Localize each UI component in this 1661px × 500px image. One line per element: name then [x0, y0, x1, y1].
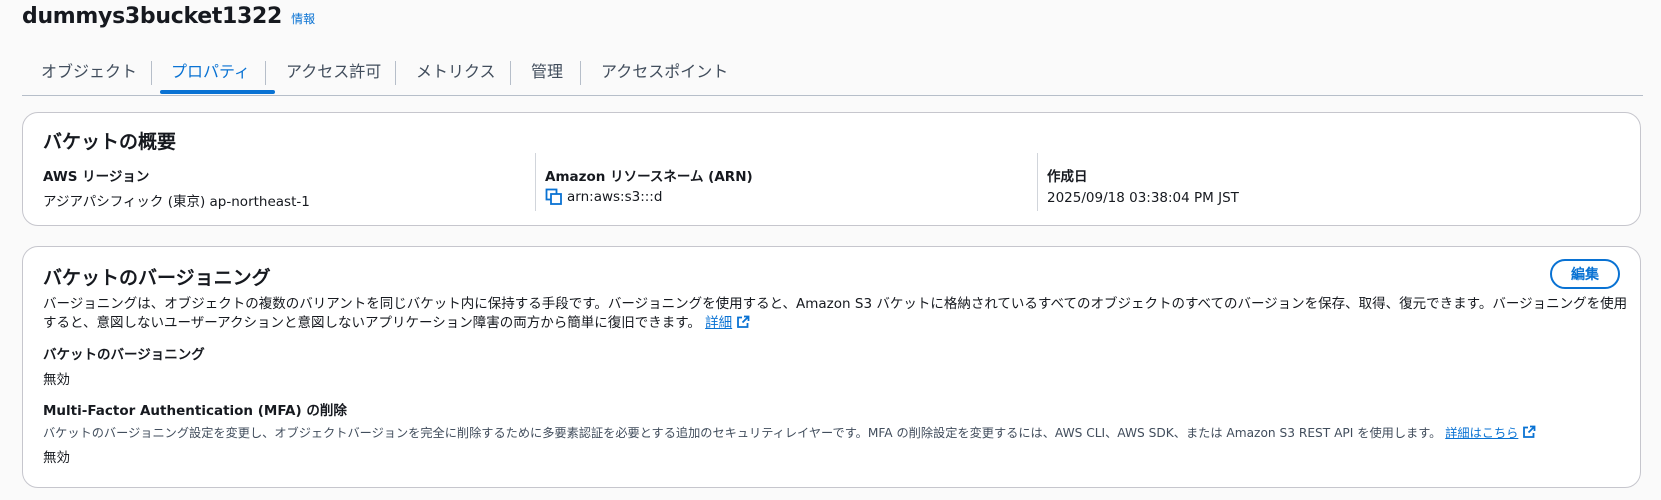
- tab-bar: オブジェクト プロパティ アクセス許可 メトリクス 管理 アクセスポイント: [22, 50, 1643, 96]
- versioning-description: バージョニングは、オブジェクトの複数のバリアントを同じバケット内に保持する手段で…: [43, 295, 1633, 333]
- tab-properties[interactable]: プロパティ: [171, 50, 250, 94]
- mfa-learn-more-link[interactable]: 詳細はこちら: [1445, 426, 1518, 440]
- tab-objects[interactable]: オブジェクト: [41, 50, 137, 94]
- overview-title: バケットの概要: [43, 131, 177, 153]
- info-link[interactable]: 情報: [291, 10, 315, 27]
- region-field: AWS リージョン アジアパシフィック (東京) ap-northeast-1: [43, 165, 310, 210]
- page-header: dummys3bucket1322 情報: [22, 4, 315, 29]
- versioning-status-field: バケットのバージョニング 無効: [43, 343, 205, 388]
- mfa-delete-description-text: バケットのバージョニング設定を変更し、オブジェクトバージョンを完全に削除するため…: [43, 426, 1442, 440]
- arn-value: arn:aws:s3:::d: [567, 189, 663, 205]
- mfa-delete-description: バケットのバージョニング設定を変更し、オブジェクトバージョンを完全に削除するため…: [43, 423, 1536, 441]
- mfa-delete-label: Multi-Factor Authentication (MFA) の削除: [43, 403, 347, 419]
- column-divider: [535, 153, 536, 211]
- learn-more-link[interactable]: 詳細: [705, 315, 732, 331]
- tab-permissions[interactable]: アクセス許可: [286, 50, 381, 94]
- bucket-overview-card: バケットの概要 AWS リージョン アジアパシフィック (東京) ap-nort…: [22, 112, 1641, 226]
- edit-button[interactable]: 編集: [1550, 259, 1620, 289]
- external-link-icon[interactable]: [1522, 425, 1536, 439]
- region-value: アジアパシフィック (東京) ap-northeast-1: [43, 194, 310, 210]
- created-field: 作成日 2025/09/18 03:38:04 PM JST: [1047, 165, 1239, 206]
- tab-access-points[interactable]: アクセスポイント: [601, 50, 728, 94]
- tab-management[interactable]: 管理: [531, 50, 563, 94]
- bucket-versioning-card: バケットのバージョニング 編集 バージョニングは、オブジェクトの複数のバリアント…: [22, 246, 1641, 488]
- tab-separator: [265, 61, 266, 85]
- mfa-delete-value: 無効: [43, 450, 70, 466]
- mfa-delete-field: Multi-Factor Authentication (MFA) の削除 バケ…: [43, 399, 1536, 466]
- region-label: AWS リージョン: [43, 169, 150, 185]
- tab-separator: [510, 61, 511, 85]
- active-tab-indicator: [160, 90, 275, 94]
- tab-separator: [151, 61, 152, 85]
- arn-field: Amazon リソースネーム (ARN) arn:aws:s3:::d: [545, 165, 753, 206]
- bucket-name-title: dummys3bucket1322: [22, 4, 283, 29]
- column-divider: [1037, 153, 1038, 211]
- tab-metrics[interactable]: メトリクス: [416, 50, 496, 94]
- created-label: 作成日: [1047, 169, 1088, 185]
- versioning-description-text: バージョニングは、オブジェクトの複数のバリアントを同じバケット内に保持する手段で…: [43, 296, 1628, 331]
- arn-label: Amazon リソースネーム (ARN): [545, 169, 753, 185]
- arn-row: arn:aws:s3:::d: [545, 188, 753, 206]
- copy-icon[interactable]: [545, 188, 563, 206]
- versioning-status-label: バケットのバージョニング: [43, 347, 205, 363]
- external-link-icon[interactable]: [736, 315, 750, 329]
- tab-separator: [395, 61, 396, 85]
- created-value: 2025/09/18 03:38:04 PM JST: [1047, 190, 1239, 206]
- versioning-title: バケットのバージョニング: [43, 267, 271, 289]
- versioning-status-value: 無効: [43, 372, 70, 388]
- tab-separator: [580, 61, 581, 85]
